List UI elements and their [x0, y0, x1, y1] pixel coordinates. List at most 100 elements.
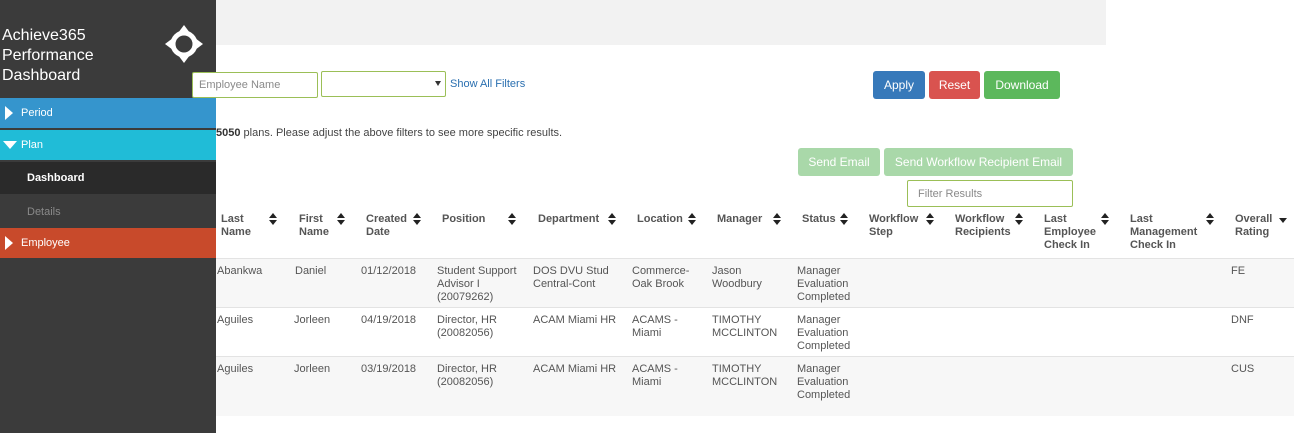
cell-line: Completed: [797, 389, 851, 401]
filter-results-input[interactable]: [907, 180, 1073, 207]
column-header-position[interactable]: Position: [442, 213, 485, 226]
header-text: Last: [221, 213, 244, 225]
column-header-workflow-recipients[interactable]: Workflow Recipients: [955, 213, 1011, 239]
sort-icon[interactable]: [413, 213, 421, 225]
employee-name-input[interactable]: [192, 72, 318, 98]
sort-icon[interactable]: [840, 213, 848, 225]
column-header-overall-rating[interactable]: Overall Rating: [1235, 213, 1272, 239]
caret-right-icon: [5, 106, 13, 120]
cell-line: MCCLINTON: [712, 327, 778, 339]
sidebar: Achieve365 Performance Dashboard Period …: [0, 0, 216, 433]
cell-first-name: Jorleen: [294, 314, 331, 326]
top-band: [216, 0, 1106, 45]
filter-select[interactable]: [321, 71, 446, 97]
cell-manager: TIMOTHY MCCLINTON: [712, 314, 777, 340]
apply-button[interactable]: Apply: [873, 71, 925, 99]
crosshair-logo-icon[interactable]: [164, 24, 204, 64]
cell-line: Evaluation: [797, 376, 849, 388]
cell-line: Manager: [797, 363, 841, 375]
cell-position: Director, HR (20082056): [437, 314, 497, 340]
header-text: Date: [366, 226, 390, 238]
dropdown-arrow-icon: [435, 81, 441, 86]
header-text: Last: [1044, 213, 1067, 225]
sort-icon[interactable]: [1101, 213, 1109, 225]
cell-line: Miami: [632, 327, 662, 339]
column-header-last-management-check-in[interactable]: Last Management Check In: [1130, 213, 1197, 252]
table-row[interactable]: Aguiles Jorleen 03/19/2018 Director, HR(…: [216, 356, 1294, 416]
cell-position: Student Support Advisor I (20079262): [437, 265, 517, 304]
cell-line: Advisor I: [437, 278, 480, 290]
header-text: Created: [366, 213, 407, 225]
header-text: Department: [538, 213, 600, 225]
sidebar-item-label: Dashboard: [27, 172, 85, 184]
show-all-filters-link[interactable]: Show All Filters: [450, 78, 525, 90]
cell-line: Evaluation: [797, 278, 849, 290]
header-text: Name: [299, 226, 329, 238]
column-header-last-employee-check-in[interactable]: Last Employee Check In: [1044, 213, 1096, 252]
header-text: First: [299, 213, 323, 225]
column-header-status[interactable]: Status: [802, 213, 836, 226]
column-header-department[interactable]: Department: [538, 213, 599, 226]
cell-manager: Jason Woodbury: [712, 265, 762, 291]
column-header-created-date[interactable]: Created Date: [366, 213, 407, 239]
sort-icon[interactable]: [1015, 213, 1023, 225]
cell-department: DOS DVU Stud Central-Cont: [533, 265, 609, 291]
cell-line: Jason: [712, 265, 742, 277]
column-header-last-name[interactable]: Last Name: [221, 213, 251, 239]
cell-created-date: 03/19/2018: [361, 363, 417, 375]
sidebar-item-label: Employee: [21, 237, 70, 249]
download-button[interactable]: Download: [984, 71, 1060, 99]
sidebar-item-period[interactable]: Period: [0, 98, 216, 128]
sort-down-icon[interactable]: [1279, 218, 1287, 223]
reset-button[interactable]: Reset: [929, 71, 980, 99]
column-header-workflow-step[interactable]: Workflow Step: [869, 213, 918, 239]
cell-line: Director, HR: [437, 314, 497, 326]
sidebar-item-label: Plan: [21, 139, 44, 151]
sidebar-item-details[interactable]: Details: [0, 196, 216, 226]
cell-line: MCCLINTON: [712, 376, 778, 388]
sort-icon[interactable]: [1206, 213, 1214, 225]
cell-line: ACAMS -: [632, 314, 678, 326]
results-summary: 5050 plans. Please adjust the above filt…: [216, 127, 562, 139]
cell-line: Manager: [797, 314, 841, 326]
cell-line: Director, HR: [437, 363, 497, 375]
cell-overall-rating: DNF: [1231, 314, 1254, 326]
cell-line: DOS DVU Stud: [533, 265, 609, 277]
header-text: Workflow: [955, 213, 1005, 225]
cell-line: TIMOTHY: [712, 363, 762, 375]
sort-icon[interactable]: [926, 213, 934, 225]
table-row[interactable]: Abankwa Daniel 01/12/2018 Student Suppor…: [216, 258, 1294, 307]
caret-down-icon: [3, 141, 17, 149]
column-header-manager[interactable]: Manager: [717, 213, 762, 226]
sort-icon[interactable]: [688, 213, 696, 225]
column-header-location[interactable]: Location: [637, 213, 683, 226]
cell-created-date: 04/19/2018: [361, 314, 417, 326]
sort-icon[interactable]: [269, 213, 277, 225]
cell-line: ACAM Miami HR: [533, 363, 617, 375]
table-row[interactable]: Aguiles Jorleen 04/19/2018 Director, HR(…: [216, 307, 1294, 356]
cell-first-name: Daniel: [295, 265, 327, 277]
cell-line: (20079262): [437, 291, 494, 303]
sidebar-item-dashboard[interactable]: Dashboard: [0, 162, 216, 194]
cell-first-name: Jorleen: [294, 363, 331, 375]
cell-line: Woodbury: [712, 278, 762, 290]
sidebar-item-employee[interactable]: Employee: [0, 228, 216, 258]
cell-line: Central-Cont: [533, 278, 596, 290]
header-text: Employee: [1044, 226, 1096, 238]
sort-icon[interactable]: [508, 213, 516, 225]
send-email-button[interactable]: Send Email: [798, 148, 880, 176]
cell-location: ACAMS - Miami: [632, 314, 678, 340]
send-workflow-email-button[interactable]: Send Workflow Recipient Email: [884, 148, 1073, 176]
sort-icon[interactable]: [773, 213, 781, 225]
sort-icon[interactable]: [337, 213, 345, 225]
cell-line: (20082056): [437, 376, 494, 388]
cell-manager: TIMOTHY MCCLINTON: [712, 363, 777, 389]
sort-icon[interactable]: [608, 213, 616, 225]
cell-line: Oak Brook: [632, 278, 684, 290]
summary-text: plans. Please adjust the above filters t…: [240, 127, 563, 139]
header-text: Overall: [1235, 213, 1273, 225]
cell-line: Miami: [632, 376, 662, 388]
column-header-first-name[interactable]: First Name: [299, 213, 329, 239]
cell-last-name: Aguiles: [217, 363, 254, 375]
sidebar-item-plan[interactable]: Plan: [0, 130, 216, 160]
